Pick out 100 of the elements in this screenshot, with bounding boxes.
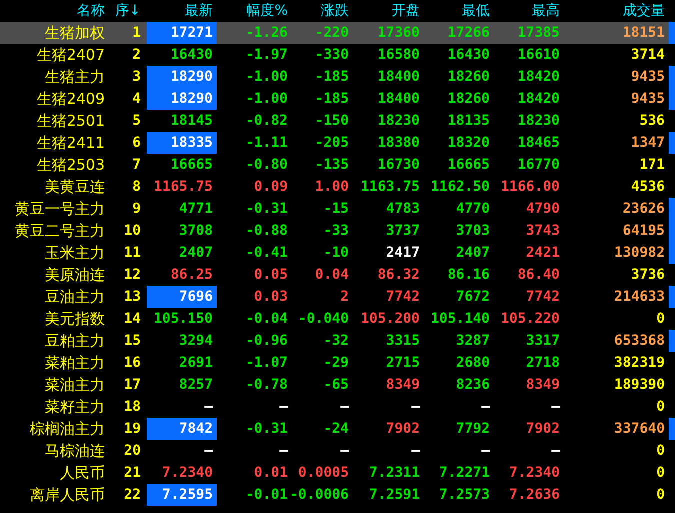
instrument-name[interactable]: 玉米主力 — [45, 244, 105, 262]
table-row[interactable]: 人民币 21 7.2340 0.01 0.0005 7.2311 7.2271 7.2340 0 — [0, 462, 675, 484]
table-cell: 105.200 — [360, 311, 420, 327]
instrument-name[interactable]: 美黄豆连 — [45, 178, 105, 196]
table-row[interactable]: 生猪2411 6 18335 -1.11 -205 18380 18320 18465 1347 — [0, 132, 675, 154]
row-number: 19 — [124, 421, 141, 437]
table-cell: — — [204, 443, 213, 459]
table-cell: 2691 — [179, 355, 213, 371]
table-cell: 382319 — [614, 355, 665, 371]
column-header[interactable]: 序↓ — [115, 2, 141, 20]
instrument-name[interactable]: 生猪2407 — [36, 46, 105, 64]
table-cell: 8236 — [456, 377, 490, 393]
table-row[interactable]: 生猪2409 4 18290 -1.00 -185 18400 18260 18420 9435 — [0, 88, 675, 110]
table-cell: -33 — [324, 223, 349, 239]
instrument-name[interactable]: 生猪2501 — [36, 112, 105, 130]
table-cell: 18400 — [378, 69, 420, 85]
instrument-name[interactable]: 豆油主力 — [45, 288, 105, 306]
instrument-name[interactable]: 生猪主力 — [45, 68, 105, 86]
table-row[interactable]: 棕榈油主力 19 7842 -0.31 -24 7902 7792 7902 337640 — [0, 418, 675, 440]
instrument-name[interactable]: 生猪2409 — [36, 90, 105, 108]
instrument-name[interactable]: 菜籽主力 — [45, 398, 105, 416]
instrument-name[interactable]: 人民币 — [60, 464, 105, 482]
table-cell: -0.82 — [246, 113, 288, 129]
column-header[interactable]: 开盘 — [392, 2, 420, 20]
table-cell: 4536 — [631, 179, 665, 195]
table-cell: 17266 — [448, 25, 490, 41]
table-cell: 3736 — [631, 267, 665, 283]
row-number: 20 — [124, 443, 141, 459]
instrument-name[interactable]: 黄豆二号主力 — [15, 222, 105, 240]
row-number: 8 — [132, 179, 141, 195]
instrument-name[interactable]: 生猪2411 — [36, 134, 105, 152]
table-cell: 536 — [640, 113, 665, 129]
table-cell: 7696 — [179, 289, 213, 305]
table-row[interactable]: 生猪2503 7 16665 -0.80 -135 16730 16665 16770 171 — [0, 154, 675, 176]
table-cell: -0.31 — [246, 421, 288, 437]
table-cell: 2718 — [526, 355, 560, 371]
instrument-name[interactable]: 菜油主力 — [45, 376, 105, 394]
table-cell: -65 — [324, 377, 349, 393]
instrument-name[interactable]: 豆粕主力 — [45, 332, 105, 350]
table-cell: 189390 — [614, 377, 665, 393]
instrument-name[interactable]: 棕榈油主力 — [30, 420, 105, 438]
table-cell: -0.96 — [246, 333, 288, 349]
table-row[interactable]: 美元指数 14 105.150 -0.04 -0.040 105.200 105.140 105.220 0 — [0, 308, 675, 330]
row-number: 22 — [124, 487, 141, 503]
table-cell: 3714 — [631, 47, 665, 63]
table-cell: -1.00 — [246, 69, 288, 85]
table-row[interactable]: 菜籽主力 18 — — — — — — 0 — [0, 396, 675, 418]
column-header[interactable]: 最高 — [532, 2, 560, 20]
instrument-name[interactable]: 马棕油连 — [45, 442, 105, 460]
row-number: 13 — [124, 289, 141, 305]
instrument-name[interactable]: 菜粕主力 — [45, 354, 105, 372]
instrument-name[interactable]: 生猪2503 — [36, 156, 105, 174]
table-cell: 3287 — [456, 333, 490, 349]
table-row[interactable]: 生猪加权 1 17271 -1.26 -220 17360 17266 17385 18151 — [0, 22, 675, 44]
table-cell: 0.05 — [254, 267, 288, 283]
column-header[interactable]: 幅度% — [246, 2, 288, 20]
table-cell: -1.00 — [246, 91, 288, 107]
table-cell: 0 — [656, 487, 665, 503]
table-cell: 18260 — [448, 91, 490, 107]
table-cell: 1163.75 — [360, 179, 420, 195]
table-row[interactable]: 生猪2501 5 18145 -0.82 -150 18230 18135 18230 536 — [0, 110, 675, 132]
table-row[interactable]: 菜油主力 17 8257 -0.78 -65 8349 8236 8349 189390 — [0, 374, 675, 396]
table-cell: 1.00 — [315, 179, 349, 195]
instrument-name[interactable]: 生猪加权 — [45, 24, 105, 42]
table-cell: 7.2311 — [369, 465, 420, 481]
table-cell: -0.80 — [246, 157, 288, 173]
table-cell: 16430 — [170, 47, 213, 63]
table-row[interactable]: 菜粕主力 16 2691 -1.07 -29 2715 2680 2718 382319 — [0, 352, 675, 374]
table-row[interactable]: 豆油主力 13 7696 0.03 2 7742 7672 7742 214633 — [0, 286, 675, 308]
table-cell: 18145 — [170, 113, 213, 129]
table-cell: 64195 — [622, 223, 665, 239]
table-cell: 130982 — [614, 245, 665, 261]
column-header[interactable]: 最低 — [462, 2, 490, 20]
table-cell: 18335 — [170, 135, 213, 151]
table-row[interactable]: 玉米主力 11 2407 -0.41 -10 2417 2407 2421 130982 — [0, 242, 675, 264]
table-row[interactable]: 马棕油连 20 — — — — — — 0 — [0, 440, 675, 462]
column-header[interactable]: 名称 — [77, 2, 105, 20]
column-header[interactable]: 最新 — [185, 2, 213, 20]
table-row[interactable]: 美黄豆连 8 1165.75 0.09 1.00 1163.75 1162.50 1166.00 4536 — [0, 176, 675, 198]
table-cell: 4771 — [179, 201, 213, 217]
row-number: 16 — [124, 355, 141, 371]
table-cell: 18420 — [518, 69, 560, 85]
table-row[interactable]: 黄豆一号主力 9 4771 -0.31 -15 4783 4770 4790 23626 — [0, 198, 675, 220]
instrument-name[interactable]: 美原油连 — [45, 266, 105, 284]
table-cell: 4783 — [386, 201, 420, 217]
table-row[interactable]: 黄豆二号主力 10 3708 -0.88 -33 3737 3703 3743 64195 — [0, 220, 675, 242]
table-row[interactable]: 美原油连 12 86.25 0.05 0.04 86.32 86.16 86.40 3736 — [0, 264, 675, 286]
table-row[interactable]: 离岸人民币 22 7.2595 -0.01-0.0006 7.2591 7.2573 7.2636 0 — [0, 484, 675, 506]
table-cell: 105.140 — [430, 311, 490, 327]
table-row[interactable]: 生猪主力 3 18290 -1.00 -185 18400 18260 18420 9435 — [0, 66, 675, 88]
table-row[interactable]: 生猪2407 2 16430 -1.97 -330 16580 16430 16610 3714 — [0, 44, 675, 66]
table-cell: 7742 — [386, 289, 420, 305]
column-header[interactable]: 涨跌 — [321, 2, 349, 20]
instrument-name[interactable]: 美元指数 — [45, 310, 105, 328]
table-row[interactable]: 豆粕主力 15 3294 -0.96 -32 3315 3287 3317 653368 — [0, 330, 675, 352]
instrument-name[interactable]: 离岸人民币 — [30, 486, 105, 504]
column-header[interactable]: 成交量 — [623, 2, 665, 20]
table-cell: 0 — [656, 311, 665, 327]
instrument-name[interactable]: 黄豆一号主力 — [15, 200, 105, 218]
table-cell: -10 — [324, 245, 349, 261]
